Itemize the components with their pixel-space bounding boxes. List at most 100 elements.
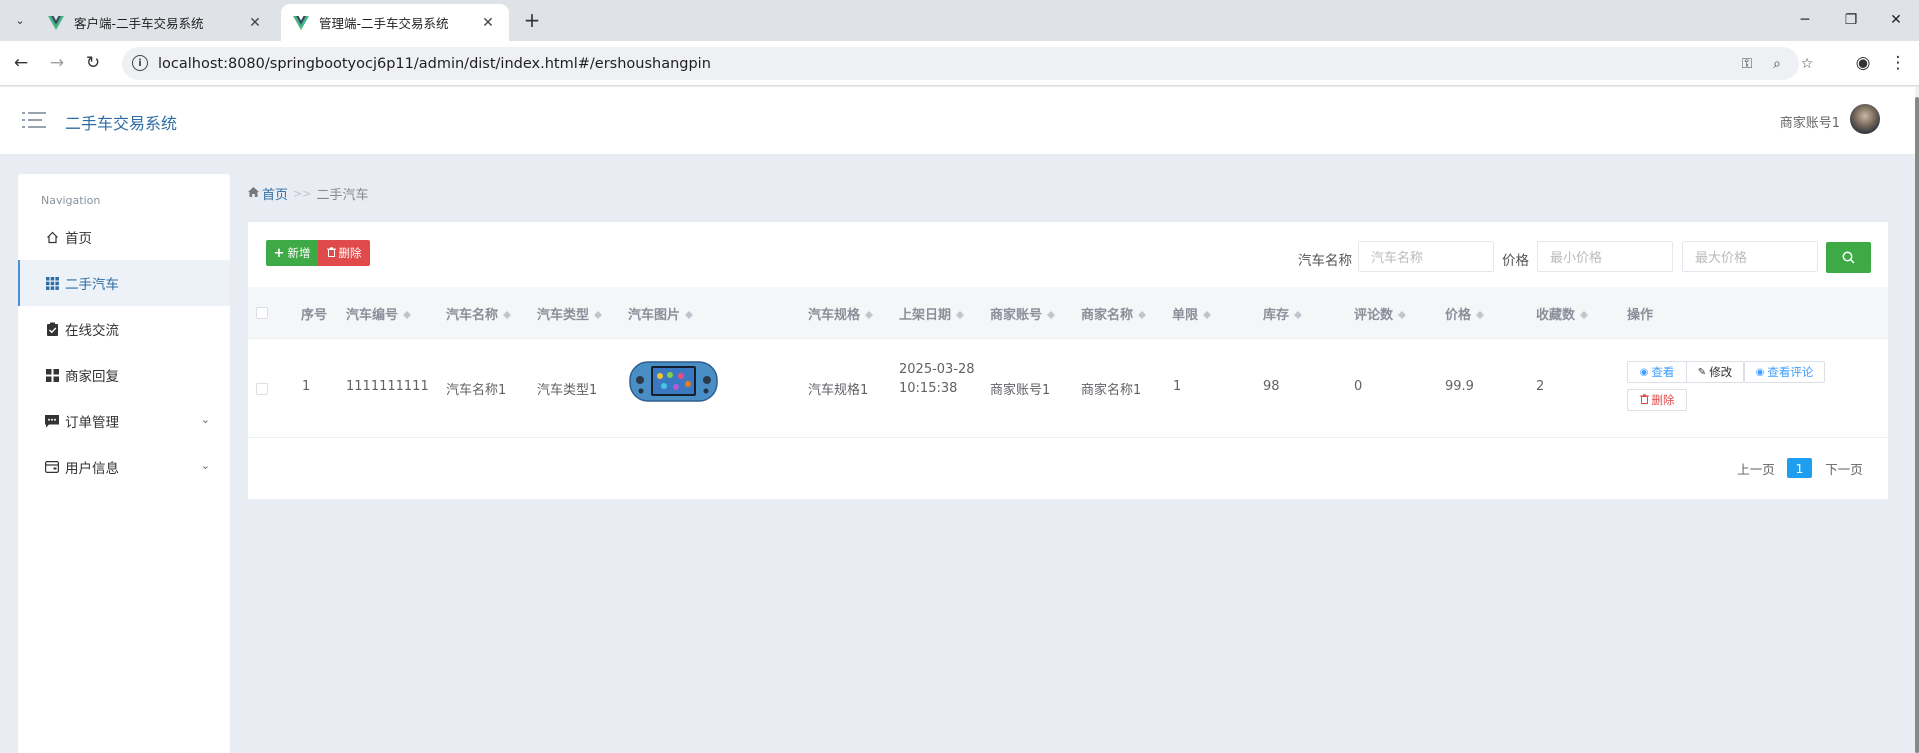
browser-tab-admin[interactable]: 管理端-二手车交易系统 ✕ <box>281 4 509 41</box>
car-image[interactable] <box>629 360 718 403</box>
column-header-index: 序号 <box>301 307 328 323</box>
column-header-merchant-account[interactable]: 商家账号 <box>990 287 1056 339</box>
prev-page-button[interactable]: 上一页 <box>1735 458 1777 478</box>
sidebar-item-chat[interactable]: 在线交流 <box>18 306 230 352</box>
column-header-merchant-name[interactable]: 商家名称 <box>1081 287 1147 339</box>
sidebar-item-home[interactable]: 首页 <box>18 214 230 260</box>
reload-icon[interactable]: ↻ <box>80 50 106 76</box>
cell-stock: 98 <box>1263 379 1280 394</box>
sidebar-item-merchant-reply[interactable]: 商家回复 <box>18 352 230 398</box>
row-delete-button[interactable]: 删除 <box>1627 389 1687 411</box>
restore-window-icon[interactable]: ❐ <box>1831 8 1871 32</box>
zoom-icon[interactable]: ⌕ <box>1768 55 1786 73</box>
cell-merchant-name: 商家名称1 <box>1081 383 1142 398</box>
column-header-spec[interactable]: 汽车规格 <box>808 287 874 339</box>
page-number-button[interactable]: 1 <box>1787 458 1812 478</box>
url-text: localhost:8080/springbootyocj6p11/admin/… <box>158 55 711 72</box>
sidebar-item-used-cars[interactable]: 二手汽车 <box>18 260 230 306</box>
sort-icon <box>956 307 965 319</box>
grid-icon <box>45 276 59 290</box>
apps-icon <box>45 368 59 382</box>
sidebar-item-orders[interactable]: 订单管理 ⌄ <box>18 398 230 444</box>
browser-tab-client[interactable]: 客户端-二手车交易系统 ✕ <box>36 4 276 41</box>
tab-search-chevron-icon[interactable]: ⌄ <box>8 8 32 32</box>
menu-toggle-icon[interactable] <box>22 110 46 130</box>
profile-icon[interactable]: ◉ <box>1850 50 1876 76</box>
sort-icon <box>685 307 694 319</box>
next-page-button[interactable]: 下一页 <box>1823 458 1865 478</box>
view-reviews-button-label: 查看评论 <box>1767 365 1814 379</box>
minimize-window-icon[interactable]: ─ <box>1785 8 1825 32</box>
cell-comments: 0 <box>1354 379 1363 394</box>
sidebar-item-label: 二手汽车 <box>65 277 119 293</box>
column-header-limit[interactable]: 单限 <box>1172 287 1212 339</box>
sidebar: Navigation 首页 二手汽车 在线交流 商家回复 订单管理 ⌄ 用户信息… <box>18 174 230 753</box>
sidebar-item-label: 首页 <box>65 231 92 247</box>
row-checkbox[interactable] <box>256 383 268 395</box>
forward-arrow-icon[interactable]: → <box>44 50 70 76</box>
user-name[interactable]: 商家账号1 <box>1780 112 1840 131</box>
sort-icon <box>403 307 412 319</box>
select-all-checkbox[interactable] <box>256 287 268 339</box>
column-header-image[interactable]: 汽车图片 <box>628 287 694 339</box>
sidebar-item-label: 用户信息 <box>65 461 119 477</box>
column-header-favorites[interactable]: 收藏数 <box>1536 287 1589 339</box>
column-header-comments[interactable]: 评论数 <box>1354 287 1407 339</box>
page-scrollbar[interactable] <box>1915 87 1919 753</box>
column-header-stock[interactable]: 库存 <box>1263 287 1303 339</box>
home-icon <box>45 230 59 244</box>
sort-icon <box>1476 307 1485 319</box>
add-button-label: 新增 <box>287 246 311 260</box>
password-key-icon[interactable]: ⚿ <box>1738 55 1756 73</box>
bookmark-star-icon[interactable]: ☆ <box>1798 55 1816 73</box>
close-tab-icon[interactable]: ✕ <box>479 14 497 32</box>
clipboard-check-icon <box>45 322 59 336</box>
breadcrumb-home-link[interactable]: 首页 <box>262 184 288 203</box>
wallet-icon <box>45 460 59 474</box>
close-window-icon[interactable]: ✕ <box>1876 8 1916 32</box>
view-reviews-button[interactable]: ◉ 查看评论 <box>1744 361 1825 383</box>
car-name-input[interactable]: 汽车名称 <box>1358 241 1494 272</box>
sort-icon <box>1138 307 1147 319</box>
back-arrow-icon[interactable]: ← <box>8 50 34 76</box>
cell-spec: 汽车规格1 <box>808 383 869 398</box>
vue-logo-icon <box>48 15 64 30</box>
sort-icon <box>594 307 603 319</box>
add-button[interactable]: + 新增 <box>266 240 318 266</box>
sort-icon <box>503 307 512 319</box>
max-price-input[interactable]: 最大价格 <box>1682 241 1818 272</box>
close-tab-icon[interactable]: ✕ <box>246 14 264 32</box>
column-header-code[interactable]: 汽车编号 <box>346 287 412 339</box>
min-price-input[interactable]: 最小价格 <box>1537 241 1673 272</box>
sidebar-item-label: 商家回复 <box>65 369 119 385</box>
row-delete-button-label: 删除 <box>1651 393 1675 407</box>
address-bar[interactable]: i localhost:8080/springbootyocj6p11/admi… <box>122 47 1813 80</box>
cell-index: 1 <box>302 379 311 394</box>
column-header-actions: 操作 <box>1627 307 1654 323</box>
edit-button[interactable]: ✎ 修改 <box>1686 361 1744 383</box>
message-icon <box>45 414 59 428</box>
column-header-date[interactable]: 上架日期 <box>899 287 965 339</box>
sort-icon <box>1580 307 1589 319</box>
sort-icon <box>865 307 874 319</box>
breadcrumb: 首页 >> 二手汽车 <box>248 184 368 203</box>
search-button[interactable] <box>1826 242 1871 273</box>
column-header-name[interactable]: 汽车名称 <box>446 287 512 339</box>
app-header: 二手车交易系统 商家账号1 <box>0 87 1915 154</box>
sidebar-item-label: 在线交流 <box>65 323 119 339</box>
view-button[interactable]: ◉ 查看 <box>1627 361 1687 383</box>
site-info-icon[interactable]: i <box>132 55 148 71</box>
avatar[interactable] <box>1850 104 1880 134</box>
cell-limit: 1 <box>1173 379 1182 394</box>
delete-button[interactable]: 删除 <box>318 240 370 266</box>
tab-title: 管理端-二手车交易系统 <box>319 16 449 31</box>
new-tab-plus-icon[interactable]: + <box>520 8 544 32</box>
column-header-price[interactable]: 价格 <box>1445 287 1485 339</box>
browser-menu-icon[interactable]: ⋮ <box>1885 50 1911 76</box>
trash-icon <box>1639 393 1649 407</box>
trash-icon <box>326 246 336 260</box>
browser-tab-strip: ⌄ 客户端-二手车交易系统 ✕ 管理端-二手车交易系统 ✕ + ─ ❐ ✕ <box>0 0 1919 41</box>
search-icon <box>1842 251 1855 264</box>
column-header-type[interactable]: 汽车类型 <box>537 287 603 339</box>
sidebar-item-user-info[interactable]: 用户信息 ⌄ <box>18 444 230 490</box>
